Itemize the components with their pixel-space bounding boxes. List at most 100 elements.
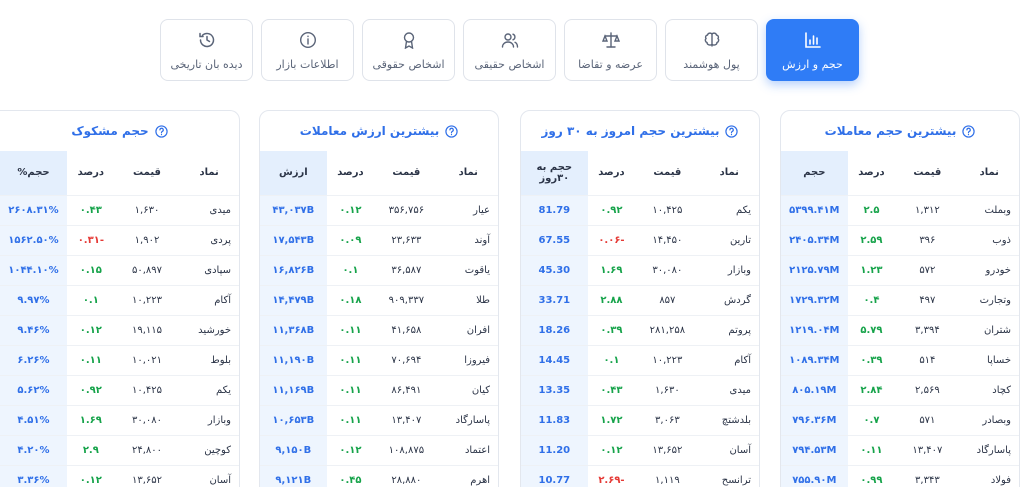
- table-row[interactable]: خورشید ۱۹,۱۱۵ ۰.۱۲ ۹.۴۶%: [0, 314, 239, 345]
- table-row[interactable]: یکم ۱۰,۴۲۵ ۰.۹۲ 81.79: [521, 194, 759, 225]
- header-value[interactable]: ارزش: [260, 151, 327, 195]
- table-row[interactable]: آسان ۱۳,۶۵۲ ۰.۱۲ 11.20: [521, 434, 759, 465]
- table-row[interactable]: عیار ۳۵۶,۷۵۶ ۰.۱۲ ۴۳,۰۳۷B: [260, 194, 498, 225]
- table-row[interactable]: آسان ۱۳,۶۵۲ ۰.۱۲ ۳.۳۶%: [0, 464, 239, 487]
- table-row[interactable]: اهرم ۲۸,۸۸۰ ۰.۴۵ ۹,۱۲۱B: [260, 464, 498, 487]
- table-row[interactable]: ذوب ۳۹۶ ۲.۵۹ ۲۴۰۵.۳۴M: [781, 224, 1019, 255]
- tab-smart-money[interactable]: پول هوشمند: [665, 19, 758, 81]
- table-row[interactable]: بلدشتچ ۳,۰۶۳ ۱.۷۲ 11.83: [521, 404, 759, 435]
- help-icon[interactable]: [445, 124, 458, 138]
- symbol-cell[interactable]: خودرو: [959, 254, 1019, 285]
- symbol-cell[interactable]: میدی: [179, 194, 239, 225]
- table-row[interactable]: افران ۴۱,۶۵۸ ۰.۱۱ ۱۱,۳۶۸B: [260, 314, 498, 345]
- table-row[interactable]: وتجارت ۴۹۷ ۰.۴ ۱۷۲۹.۳۲M: [781, 284, 1019, 315]
- symbol-cell[interactable]: پاسارگاد: [959, 434, 1019, 465]
- table-row[interactable]: میدی ۱,۶۳۰ ۰.۴۳ ۲۶۰۸.۳۱%: [0, 194, 239, 225]
- symbol-cell[interactable]: کچاد: [959, 374, 1019, 405]
- table-row[interactable]: یاقوت ۳۶,۵۸۷ ۰.۱ ۱۶,۸۲۶B: [260, 254, 498, 285]
- header-percent[interactable]: درصد: [327, 151, 375, 195]
- table-row[interactable]: شتران ۳,۳۹۴ ۵.۷۹ ۱۲۱۹.۰۴M: [781, 314, 1019, 345]
- tab-market-info[interactable]: اطلاعات بازار: [261, 19, 354, 81]
- symbol-cell[interactable]: اهرم: [438, 464, 498, 487]
- header-price[interactable]: قیمت: [895, 151, 959, 195]
- table-row[interactable]: آوند ۲۳,۶۳۳ ۰.۰۹ ۱۷,۵۴۳B: [260, 224, 498, 255]
- symbol-cell[interactable]: خساپا: [959, 344, 1019, 375]
- symbol-cell[interactable]: شتران: [959, 314, 1019, 345]
- header-price[interactable]: قیمت: [635, 151, 699, 195]
- symbol-cell[interactable]: بلدشتچ: [699, 404, 759, 435]
- header-volume-percent[interactable]: حجم%: [0, 151, 67, 195]
- symbol-cell[interactable]: خورشید: [179, 314, 239, 345]
- symbol-cell[interactable]: پردی: [179, 224, 239, 255]
- table-row[interactable]: وبازار ۳۰,۰۸۰ ۱.۶۹ ۴.۵۱%: [0, 404, 239, 435]
- table-row[interactable]: کیان ۸۶,۴۹۱ ۰.۱۱ ۱۱,۱۶۹B: [260, 374, 498, 405]
- table-row[interactable]: خودرو ۵۷۲ ۱.۲۳ ۲۱۲۵.۷۹M: [781, 254, 1019, 285]
- table-row[interactable]: سپادی ۵۰,۸۹۷ ۰.۱۵ ۱۰۴۴.۱۰%: [0, 254, 239, 285]
- symbol-cell[interactable]: پاسارگاد: [438, 404, 498, 435]
- symbol-cell[interactable]: آسان: [179, 464, 239, 487]
- table-row[interactable]: آکام ۱۰,۲۲۳ ۰.۱ 14.45: [521, 344, 759, 375]
- symbol-cell[interactable]: پروتم: [699, 314, 759, 345]
- table-row[interactable]: کوچین ۲۴,۸۰۰ ۲.۹ ۴.۲۰%: [0, 434, 239, 465]
- table-row[interactable]: کچاد ۲,۵۶۹ ۲.۸۴ ۸۰۵.۱۹M: [781, 374, 1019, 405]
- tab-institutions[interactable]: اشخاص حقوقی: [362, 19, 455, 81]
- table-row[interactable]: ترانسح ۱,۱۱۹ -۲.۶۹ 10.77: [521, 464, 759, 487]
- help-icon[interactable]: [154, 124, 168, 138]
- symbol-cell[interactable]: کیان: [438, 374, 498, 405]
- table-row[interactable]: فولاد ۳,۳۴۳ ۰.۹۹ ۷۵۵.۹۰M: [781, 464, 1019, 487]
- tab-history-watch[interactable]: دیده بان تاریخی: [160, 19, 253, 81]
- header-symbol[interactable]: نماد: [700, 151, 760, 195]
- symbol-cell[interactable]: ترانسح: [699, 464, 759, 487]
- table-row[interactable]: وبازار ۳۰,۰۸۰ ۱.۶۹ 45.30: [521, 254, 759, 285]
- symbol-cell[interactable]: آکام: [699, 344, 759, 375]
- symbol-cell[interactable]: گردش: [699, 284, 759, 315]
- table-row[interactable]: پردی ۱,۹۰۲ -۰.۳۱ ۱۵۶۲.۵۰%: [0, 224, 239, 255]
- symbol-cell[interactable]: آسان: [699, 434, 759, 465]
- header-percent[interactable]: درصد: [588, 151, 636, 195]
- table-row[interactable]: اعتماد ۱۰۸,۸۷۵ ۰.۱۲ ۹,۱۵۰B: [260, 434, 498, 465]
- symbol-cell[interactable]: سپادی: [179, 254, 239, 285]
- symbol-cell[interactable]: تارین: [699, 224, 759, 255]
- symbol-cell[interactable]: یاقوت: [438, 254, 498, 285]
- table-row[interactable]: خساپا ۵۱۴ ۰.۳۹ ۱۰۸۹.۳۴M: [781, 344, 1019, 375]
- symbol-cell[interactable]: وبازار: [699, 254, 759, 285]
- help-icon[interactable]: [725, 124, 739, 138]
- table-row[interactable]: آکام ۱۰,۲۲۳ ۰.۱ ۹.۹۷%: [0, 284, 239, 315]
- symbol-cell[interactable]: فولاد: [959, 464, 1019, 487]
- header-price[interactable]: قیمت: [374, 151, 438, 195]
- tab-individuals[interactable]: اشخاص حقیقی: [463, 19, 556, 81]
- table-row[interactable]: وبملت ۱,۳۱۲ ۲.۵ ۵۳۹۹.۴۱M: [781, 194, 1019, 225]
- table-row[interactable]: پاسارگاد ۱۳,۴۰۷ ۰.۱۱ ۷۹۴.۵۳M: [781, 434, 1019, 465]
- header-volume[interactable]: حجم به ۳۰روز: [521, 151, 588, 195]
- symbol-cell[interactable]: عیار: [438, 194, 498, 225]
- header-volume[interactable]: حجم: [781, 151, 848, 195]
- header-percent[interactable]: درصد: [67, 151, 115, 195]
- symbol-cell[interactable]: وبملت: [959, 194, 1019, 225]
- symbol-cell[interactable]: بلوط: [179, 344, 239, 375]
- table-row[interactable]: پروتم ۲۸۱,۲۵۸ ۰.۳۹ 18.26: [521, 314, 759, 345]
- symbol-cell[interactable]: افران: [438, 314, 498, 345]
- table-row[interactable]: بلوط ۱۰,۰۲۱ ۰.۱۱ ۶.۲۶%: [0, 344, 239, 375]
- table-row[interactable]: یکم ۱۰,۴۲۵ ۰.۹۲ ۵.۶۲%: [0, 374, 239, 405]
- table-row[interactable]: طلا ۹۰۹,۳۳۷ ۰.۱۸ ۱۴,۴۷۹B: [260, 284, 498, 315]
- symbol-cell[interactable]: فیروزا: [438, 344, 498, 375]
- table-row[interactable]: فیروزا ۷۰,۶۹۴ ۰.۱۱ ۱۱,۱۹۰B: [260, 344, 498, 375]
- symbol-cell[interactable]: میدی: [699, 374, 759, 405]
- table-row[interactable]: تارین ۱۴,۴۵۰ -۰.۰۶ 67.55: [521, 224, 759, 255]
- symbol-cell[interactable]: وبصادر: [959, 404, 1019, 435]
- symbol-cell[interactable]: ذوب: [959, 224, 1019, 255]
- help-icon[interactable]: [962, 124, 976, 138]
- symbol-cell[interactable]: وتجارت: [959, 284, 1019, 315]
- symbol-cell[interactable]: آکام: [179, 284, 239, 315]
- symbol-cell[interactable]: طلا: [438, 284, 498, 315]
- symbol-cell[interactable]: یکم: [699, 194, 759, 225]
- table-row[interactable]: وبصادر ۵۷۱ ۰.۷ ۷۹۶.۳۶M: [781, 404, 1019, 435]
- symbol-cell[interactable]: یکم: [179, 374, 239, 405]
- symbol-cell[interactable]: آوند: [438, 224, 498, 255]
- table-row[interactable]: گردش ۸۵۷ ۲.۸۸ 33.71: [521, 284, 759, 315]
- tab-supply-demand[interactable]: عرضه و تقاضا: [564, 19, 657, 81]
- symbol-cell[interactable]: کوچین: [179, 434, 239, 465]
- table-row[interactable]: میدی ۱,۶۳۰ ۰.۴۳ 13.35: [521, 374, 759, 405]
- header-symbol[interactable]: نماد: [179, 151, 239, 195]
- header-symbol[interactable]: نماد: [960, 151, 1020, 195]
